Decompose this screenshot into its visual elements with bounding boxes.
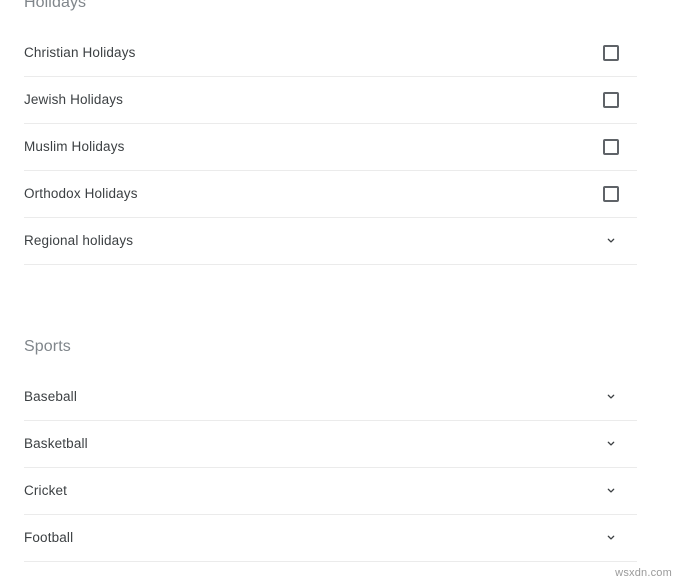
checkbox-icon — [603, 186, 619, 202]
chevron-down-icon — [604, 234, 618, 248]
list-item[interactable]: Football — [24, 515, 637, 562]
row-label: Muslim Holidays — [24, 139, 125, 154]
expand-baseball[interactable] — [593, 379, 629, 415]
list-item[interactable]: Regional holidays — [24, 218, 637, 265]
list-item[interactable]: Jewish Holidays — [24, 77, 637, 124]
list-item[interactable]: Orthodox Holidays — [24, 171, 637, 218]
chevron-down-icon — [604, 437, 618, 451]
holidays-row-list: Christian Holidays Jewish Holidays Musli… — [24, 30, 637, 265]
list-item[interactable]: Muslim Holidays — [24, 124, 637, 171]
row-label: Baseball — [24, 389, 77, 404]
checkbox-jewish-holidays[interactable] — [593, 82, 629, 118]
expand-cricket[interactable] — [593, 473, 629, 509]
list-item[interactable]: Basketball — [24, 421, 637, 468]
row-label: Football — [24, 530, 74, 545]
expand-regional-holidays[interactable] — [593, 223, 629, 259]
row-label: Orthodox Holidays — [24, 186, 138, 201]
section-holidays: Holidays Christian Holidays Jewish Holid… — [24, 0, 637, 265]
list-item[interactable]: Baseball — [24, 374, 637, 421]
chevron-down-icon — [604, 484, 618, 498]
section-title-holidays: Holidays — [24, 0, 87, 11]
checkbox-icon — [603, 92, 619, 108]
row-label: Basketball — [24, 436, 88, 451]
sports-row-list: Baseball Basketball Cricket Football — [24, 374, 637, 562]
list-item[interactable]: Cricket — [24, 468, 637, 515]
row-label: Cricket — [24, 483, 68, 498]
watermark: wsxdn.com — [615, 567, 672, 579]
row-label: Christian Holidays — [24, 45, 136, 60]
list-item[interactable]: Christian Holidays — [24, 30, 637, 77]
settings-page: Holidays Christian Holidays Jewish Holid… — [0, 0, 680, 583]
row-label: Jewish Holidays — [24, 92, 124, 107]
row-label: Regional holidays — [24, 233, 134, 248]
checkbox-icon — [603, 45, 619, 61]
section-title-sports: Sports — [24, 338, 71, 355]
expand-football[interactable] — [593, 520, 629, 556]
checkbox-icon — [603, 139, 619, 155]
chevron-down-icon — [604, 390, 618, 404]
expand-basketball[interactable] — [593, 426, 629, 462]
checkbox-orthodox-holidays[interactable] — [593, 176, 629, 212]
checkbox-muslim-holidays[interactable] — [593, 129, 629, 165]
checkbox-christian-holidays[interactable] — [593, 35, 629, 71]
chevron-down-icon — [604, 531, 618, 545]
section-sports: Sports Baseball Basketball Cricket Footb… — [24, 336, 637, 562]
